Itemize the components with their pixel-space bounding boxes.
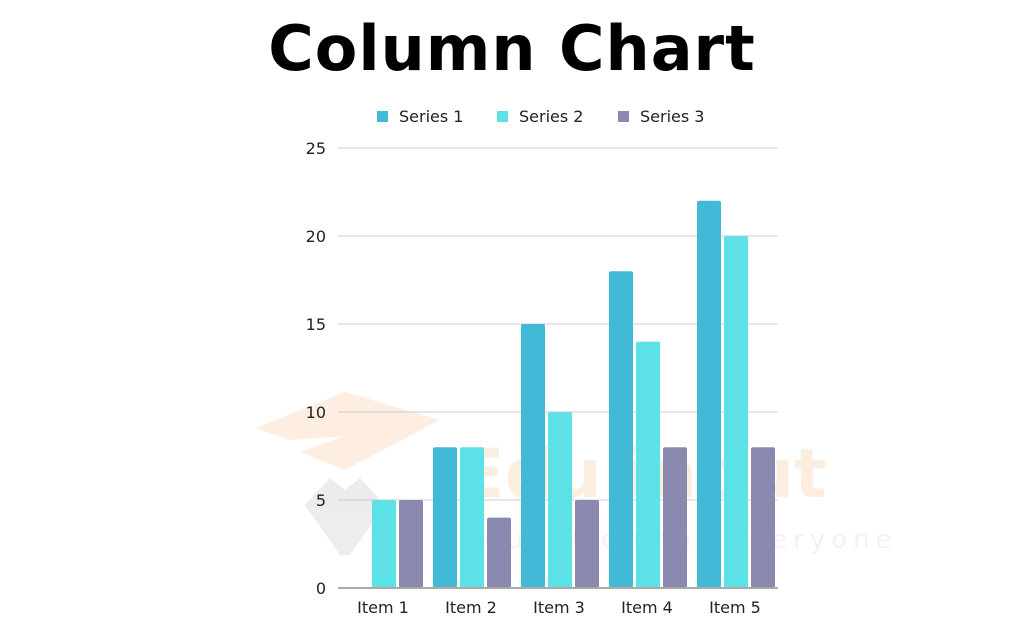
y-tick-label: 20 <box>306 227 326 246</box>
bar-series-1 <box>609 271 633 588</box>
bar-series-2 <box>460 447 484 588</box>
bar-series-2 <box>372 500 396 588</box>
graduation-cap-icon <box>255 392 440 470</box>
y-tick-label: 0 <box>316 579 326 598</box>
bar-series-1 <box>433 447 457 588</box>
bar-series-2 <box>636 341 660 588</box>
bar-series-1 <box>697 200 721 589</box>
y-tick-label: 25 <box>306 139 326 158</box>
x-tick-label: Item 4 <box>621 598 673 617</box>
legend-label: Series 3 <box>640 107 704 126</box>
legend-swatch <box>377 111 388 122</box>
legend-swatch <box>497 111 508 122</box>
x-tick-label: Item 1 <box>357 598 409 617</box>
x-tick-label: Item 2 <box>445 598 497 617</box>
legend-swatch <box>618 111 629 122</box>
legend-label: Series 1 <box>399 107 463 126</box>
bar-series-3 <box>487 517 511 588</box>
legend-label: Series 2 <box>519 107 583 126</box>
y-tick-label: 10 <box>306 403 326 422</box>
bar-series-3 <box>399 500 423 588</box>
y-tick-label: 15 <box>306 315 326 334</box>
bar-series-3 <box>751 447 775 588</box>
x-tick-label: Item 3 <box>533 598 585 617</box>
bar-series-3 <box>663 447 687 588</box>
bar-series-3 <box>575 500 599 588</box>
x-tick-label: Item 5 <box>709 598 761 617</box>
bar-series-1 <box>521 324 545 588</box>
bar-series-2 <box>548 412 572 588</box>
y-tick-label: 5 <box>316 491 326 510</box>
bar-series-2 <box>724 236 748 588</box>
column-chart: Edu inputEducation for everyone051015202… <box>255 107 892 617</box>
